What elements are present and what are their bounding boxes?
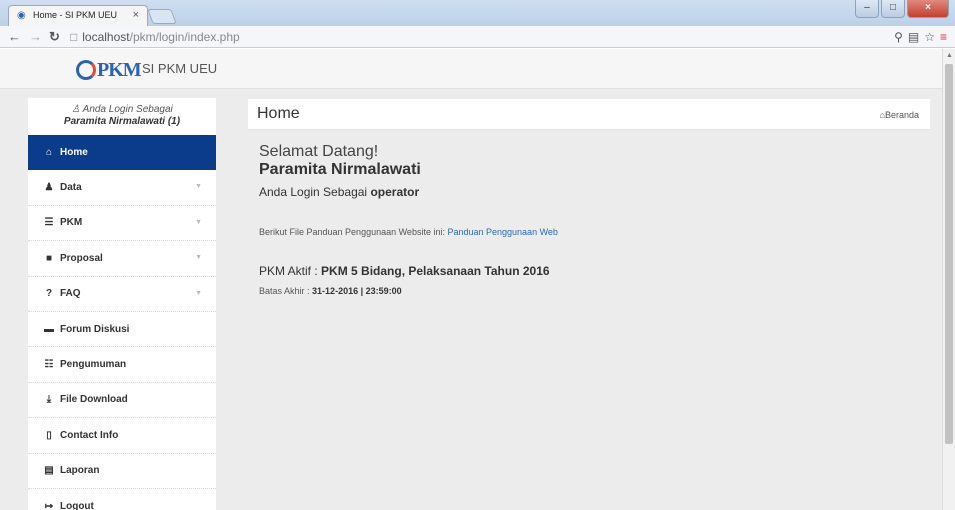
sidebar-item-label: Pengumuman — [60, 359, 127, 371]
url-input[interactable]: □ localhost/pkm/login/index.php — [70, 28, 870, 46]
download-icon: ⤓ — [46, 394, 52, 406]
phone-icon: ▯ — [46, 429, 52, 441]
list-icon: ☰ — [44, 217, 54, 229]
guide-text: Berikut File Panduan Penggunaan Website … — [259, 227, 445, 237]
browser-tools: ⚲ ▤ ☆ ≡ — [894, 29, 947, 45]
new-tab-button[interactable] — [147, 9, 177, 24]
user-info: ♙ Anda Login Sebagai Paramita Nirmalawat… — [28, 98, 216, 135]
logout-icon: ↦ — [44, 500, 54, 510]
sidebar: ♙ Anda Login Sebagai Paramita Nirmalawat… — [28, 98, 216, 510]
guide-link[interactable]: Panduan Penggunaan Web — [447, 227, 557, 237]
brand-name[interactable]: SI PKM UEU — [142, 61, 217, 76]
key-icon[interactable]: ⚲ — [894, 29, 903, 45]
sidebar-item-label: File Download — [60, 394, 128, 406]
translate-icon[interactable]: ▤ — [908, 29, 919, 45]
sidebar-item-file-download[interactable]: ⤓ File Download — [28, 383, 216, 419]
reload-icon[interactable]: ↻ — [49, 29, 60, 45]
sidebar-item-pkm[interactable]: ☰ PKM ▼ — [28, 206, 216, 242]
sidebar-item-label: Forum Diskusi — [60, 323, 130, 335]
window-controls: – □ × — [855, 0, 949, 20]
deadline: Batas Akhir : 31-12-2016 | 23:59:00 — [259, 286, 402, 296]
welcome-user-name: Paramita Nirmalawati — [259, 161, 421, 178]
grid-icon: ☷ — [44, 359, 54, 371]
close-tab-icon[interactable]: × — [133, 9, 139, 21]
chevron-down-icon: ▼ — [195, 183, 202, 191]
sidebar-item-label: PKM — [60, 217, 83, 229]
sidebar-item-forum-diskusi[interactable]: ▬ Forum Diskusi — [28, 312, 216, 348]
sidebar-item-label: Data — [60, 182, 82, 194]
sidebar-item-pengumuman[interactable]: ☷ Pengumuman — [28, 347, 216, 383]
deadline-label: Batas Akhir : — [259, 286, 310, 296]
browser-tab[interactable]: ◉ Home - SI PKM UEU × — [8, 5, 148, 26]
sidebar-item-contact-info[interactable]: ▯ Contact Info — [28, 418, 216, 454]
question-icon: ? — [45, 288, 53, 300]
logo-mark-icon — [76, 60, 96, 80]
home-icon: ⌂ — [45, 147, 53, 159]
breadcrumb-label: Beranda — [884, 110, 919, 120]
scroll-up-icon[interactable]: ▲ — [946, 52, 953, 59]
sidebar-item-faq[interactable]: ? FAQ ▼ — [28, 277, 216, 312]
scrollbar[interactable]: ▲ — [942, 49, 955, 510]
page-icon: □ — [70, 30, 78, 44]
login-role: Anda Login Sebagai operator — [259, 185, 929, 199]
sidebar-item-label: Home — [60, 147, 88, 159]
menu-icon[interactable]: ≡ — [940, 29, 947, 45]
book-icon: ■ — [45, 252, 53, 264]
sidebar-item-laporan[interactable]: ▤ Laporan — [28, 454, 216, 489]
address-bar: ← → ↻ □ localhost/pkm/login/index.php ⚲ ▤… — [0, 26, 955, 48]
sidebar-menu: ⌂ Home ♟ Data ▼ ☰ PKM ▼ ■ Proposal ▼? FAQ ▼ ▬ Forum Di… — [28, 135, 216, 510]
breadcrumb[interactable]: ⌂Beranda — [880, 110, 919, 120]
maximize-button[interactable]: □ — [881, 0, 905, 18]
pkm-active-value: PKM 5 Bidang, Pelaksanaan Tahun 2016 — [321, 264, 550, 278]
guide-line: Berikut File Panduan Penggunaan Website … — [259, 227, 558, 237]
logo[interactable]: PKM — [76, 57, 142, 83]
back-icon[interactable]: ← — [8, 29, 21, 45]
chevron-down-icon: ▼ — [195, 254, 202, 262]
chevron-down-icon: ▼ — [195, 218, 202, 226]
sidebar-item-data[interactable]: ♟ Data ▼ — [28, 170, 216, 206]
login-as-label: Anda Login Sebagai — [259, 185, 368, 199]
deadline-value: 31-12-2016 | 23:59:00 — [312, 286, 402, 296]
main-content: Selamat Datang! Paramita Nirmalawati And… — [259, 143, 929, 296]
tab-title: Home - SI PKM UEU — [33, 10, 118, 20]
login-label: Anda Login Sebagai — [82, 104, 173, 115]
favicon-icon: ◉ — [17, 10, 26, 21]
sidebar-item-proposal[interactable]: ■ Proposal ▼ — [28, 241, 216, 277]
sidebar-item-logout[interactable]: ↦ Logout — [28, 489, 216, 510]
close-window-button[interactable]: × — [907, 0, 949, 18]
browser-titlebar: ◉ Home - SI PKM UEU × – □ × — [0, 0, 955, 26]
scrollbar-thumb[interactable] — [945, 64, 953, 444]
page: PKM SI PKM UEU ♙ Anda Login Sebagai Para… — [0, 49, 942, 510]
pkm-active: PKM Aktif : PKM 5 Bidang, Pelaksanaan Ta… — [259, 264, 550, 278]
sidebar-item-home[interactable]: ⌂ Home — [28, 135, 216, 171]
page-title: Home — [257, 105, 300, 122]
user-name: Paramita Nirmalawati (1) — [63, 116, 181, 127]
report-icon: ▤ — [44, 465, 54, 477]
star-icon[interactable]: ☆ — [924, 29, 935, 45]
forward-icon[interactable]: → — [29, 29, 42, 45]
user-icon: ♙ — [71, 104, 81, 115]
comment-icon: ▬ — [44, 323, 54, 335]
url-host: localhost — [82, 30, 130, 44]
sidebar-item-label: FAQ — [60, 288, 81, 300]
user-icon: ♟ — [44, 182, 54, 194]
welcome-text: Selamat Datang! — [259, 143, 379, 160]
top-navbar: PKM SI PKM UEU — [0, 49, 942, 89]
pkm-active-label: PKM Aktif : — [259, 264, 318, 278]
role-value: operator — [370, 185, 420, 199]
logo-text: PKM — [97, 58, 142, 81]
chevron-down-icon: ▼ — [195, 289, 202, 297]
sidebar-item-label: Logout — [60, 500, 94, 510]
minimize-button[interactable]: – — [855, 0, 879, 18]
sidebar-item-label: Proposal — [60, 252, 103, 264]
sidebar-item-label: Laporan — [60, 465, 100, 477]
content-header: Home ⌂Beranda — [248, 99, 930, 130]
url-path: /pkm/login/index.php — [129, 30, 240, 44]
sidebar-item-label: Contact Info — [60, 429, 119, 441]
